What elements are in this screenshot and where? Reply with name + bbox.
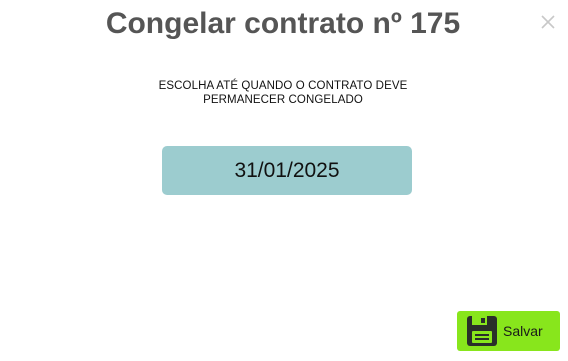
save-button[interactable]: Salvar (457, 311, 560, 351)
instruction-line-1: ESCOLHA ATÉ QUANDO O CONTRATO DEVE (158, 80, 408, 92)
instruction-text: ESCOLHA ATÉ QUANDO O CONTRATO DEVE PERMA… (0, 79, 566, 107)
freeze-contract-dialog: Congelar contrato nº 175 ESCOLHA ATÉ QUA… (0, 0, 568, 361)
floppy-disk-icon (466, 315, 498, 347)
save-button-label: Salvar (503, 323, 543, 339)
dialog-title: Congelar contrato nº 175 (105, 7, 461, 40)
close-icon[interactable] (538, 12, 558, 32)
instruction-line-2: PERMANECER CONGELADO (203, 94, 363, 106)
freeze-until-date-input[interactable] (162, 146, 412, 195)
